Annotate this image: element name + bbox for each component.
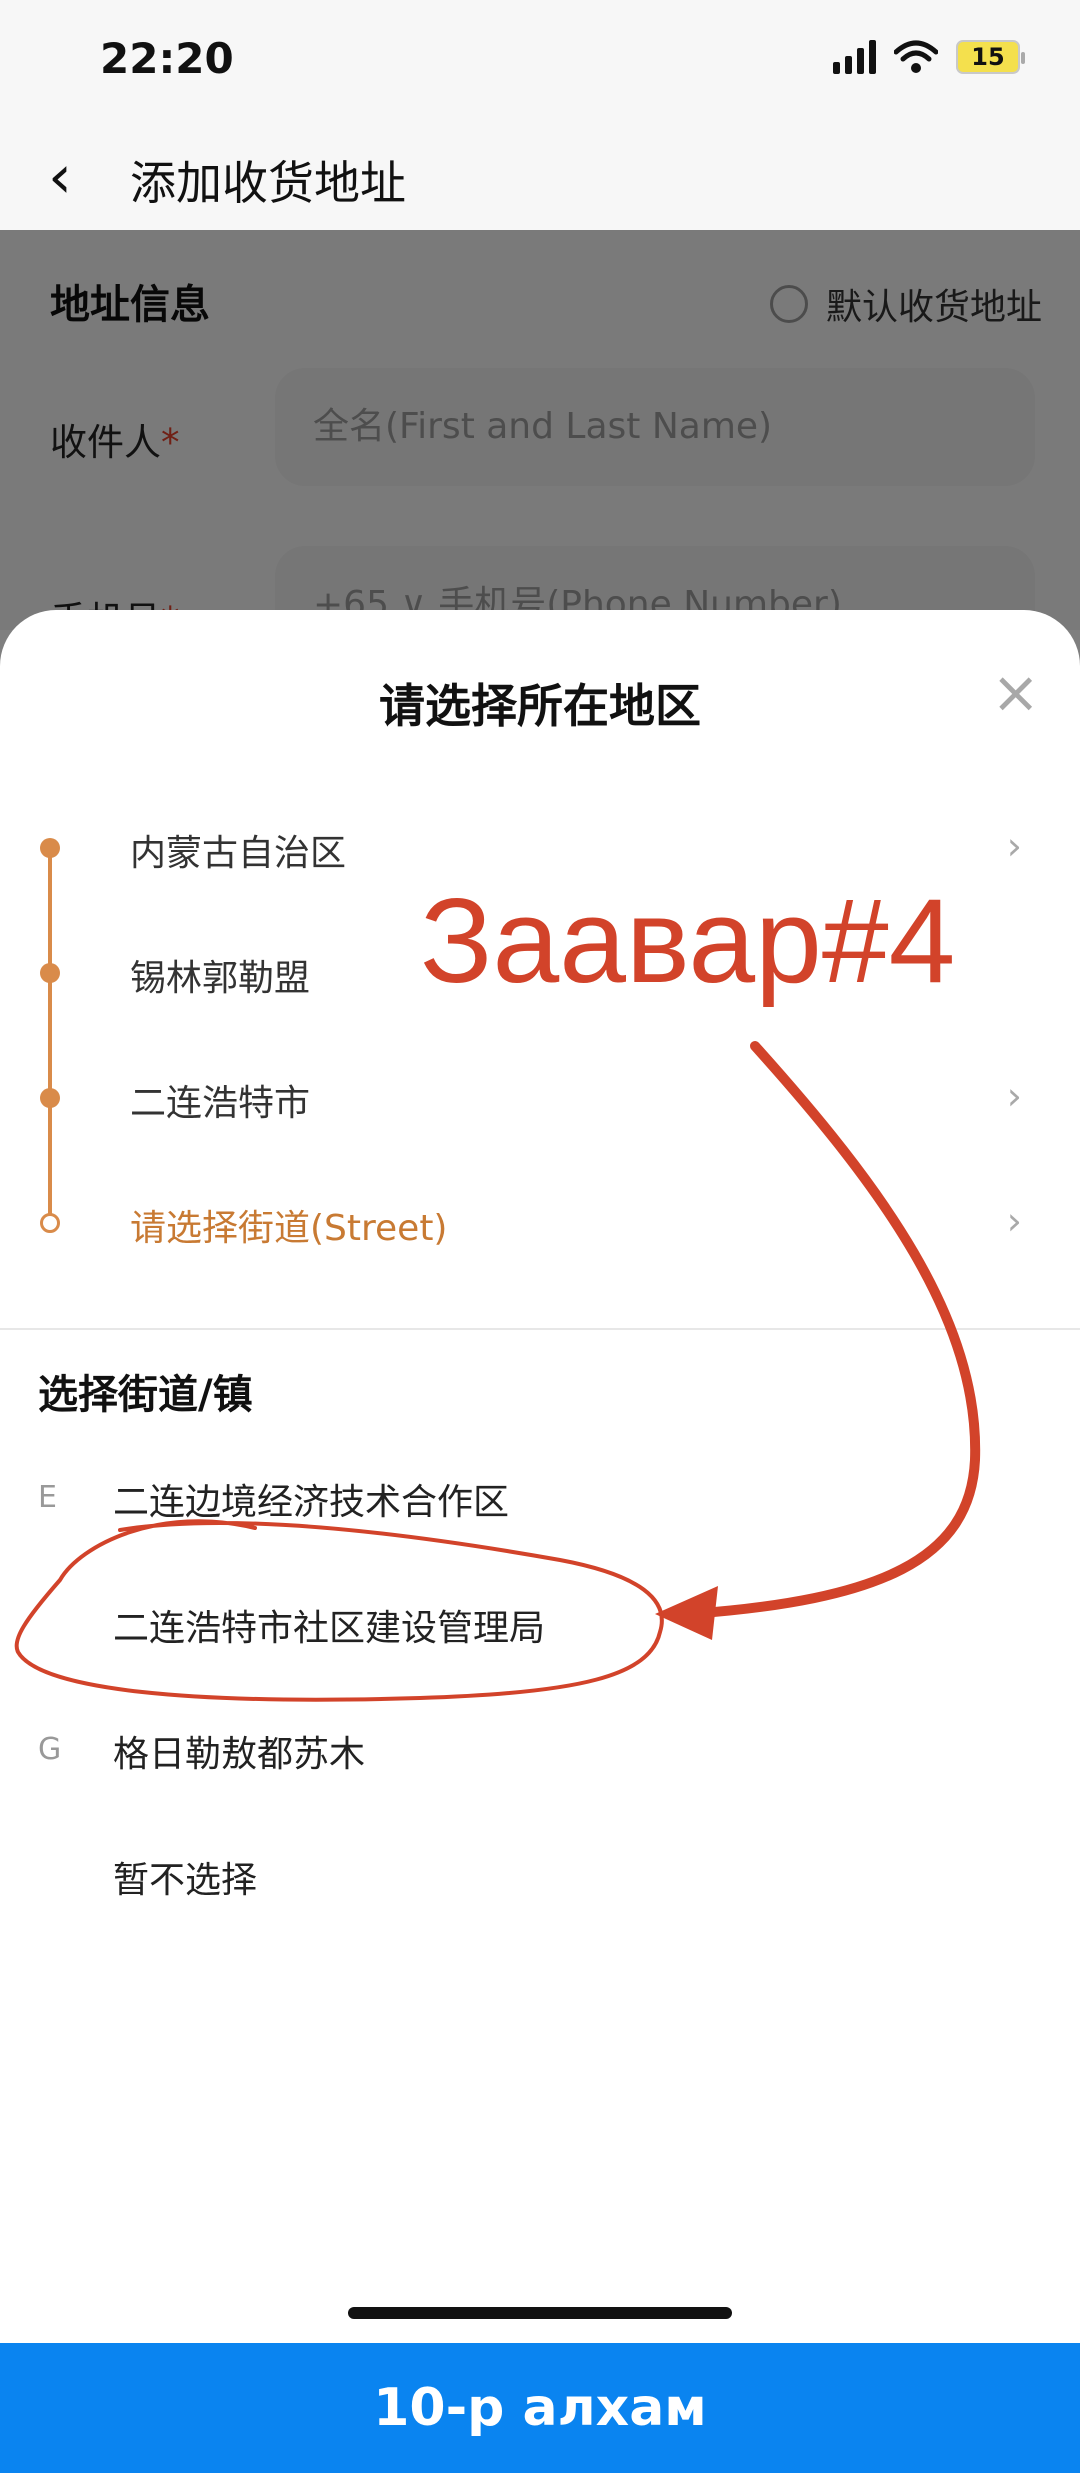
step-banner: 10-р алхам	[0, 2343, 1080, 2473]
street-item-label: 暂不选择	[113, 1860, 258, 1901]
step-label: 锡林郭勒盟	[130, 958, 311, 999]
timeline-dot-icon	[40, 963, 60, 983]
timeline-dot-icon	[40, 1213, 60, 1233]
step-label: 二连浩特市	[130, 1083, 311, 1124]
chevron-right-icon: ›	[1006, 1074, 1022, 1118]
back-arrow-icon[interactable]: ‹	[48, 137, 72, 217]
street-item[interactable]: G 格日勒敖都苏木	[0, 1699, 1080, 1809]
street-item[interactable]: 二连浩特市社区建设管理局	[0, 1573, 1080, 1683]
chevron-right-icon: ›	[1006, 1199, 1022, 1243]
step-label-active: 请选择街道(Street)	[130, 1208, 448, 1249]
battery-icon: 15	[956, 40, 1025, 74]
sheet-title: 请选择所在地区	[379, 679, 701, 733]
step-city[interactable]: 二连浩特市 ›	[0, 1054, 1080, 1154]
street-item[interactable]: E 二连边境经济技术合作区	[0, 1447, 1080, 1557]
annotation-text: Заавар#4	[420, 874, 956, 1008]
street-list-title: 选择街道/镇	[38, 1372, 253, 1418]
timeline-line	[48, 850, 52, 1220]
chevron-right-icon: ›	[1006, 824, 1022, 868]
wifi-icon	[894, 40, 938, 73]
timeline-dot-icon	[40, 838, 60, 858]
index-letter: G	[38, 1732, 62, 1767]
home-indicator	[348, 2307, 732, 2319]
status-time: 22:20	[100, 34, 234, 83]
index-letter: E	[38, 1480, 57, 1515]
cellular-signal-icon	[833, 40, 876, 74]
street-item-skip[interactable]: 暂不选择	[0, 1825, 1080, 1935]
page-header: ‹ 添加收货地址	[0, 125, 1080, 230]
timeline-dot-icon	[40, 1088, 60, 1108]
close-icon[interactable]: ×	[991, 660, 1040, 724]
status-bar: 22:20 15	[0, 0, 1080, 125]
street-item-label: 二连浩特市社区建设管理局	[113, 1608, 546, 1649]
page-title: 添加收货地址	[130, 156, 406, 210]
street-item-label: 二连边境经济技术合作区	[113, 1482, 510, 1523]
status-icons: 15	[833, 40, 1025, 74]
street-item-label: 格日勒敖都苏木	[113, 1734, 366, 1775]
divider	[0, 1328, 1080, 1330]
step-street[interactable]: 请选择街道(Street) ›	[0, 1179, 1080, 1279]
region-picker-sheet: 请选择所在地区 × 内蒙古自治区 › 锡林郭勒盟 二连浩特市 › 请选择街道(S…	[0, 610, 1080, 2340]
step-label: 内蒙古自治区	[130, 833, 347, 874]
